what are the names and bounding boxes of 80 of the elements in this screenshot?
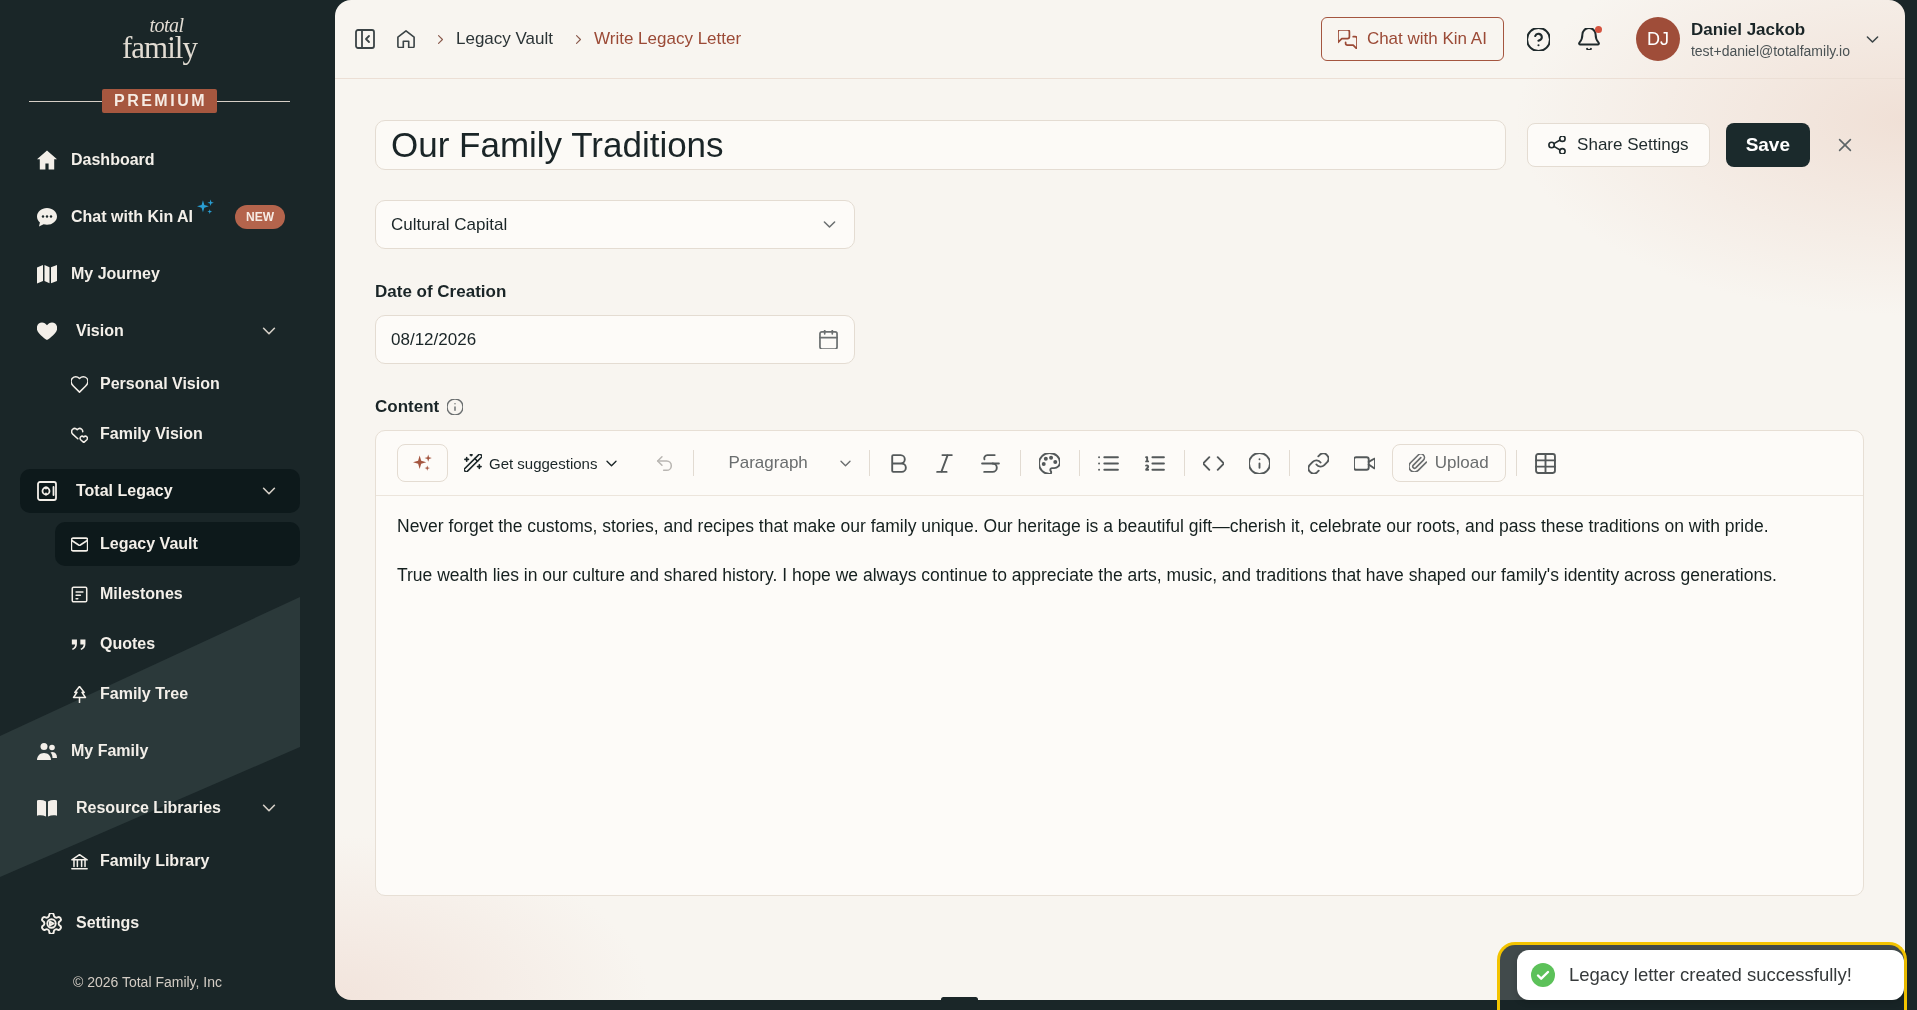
content-label: Content — [375, 397, 440, 417]
sidebar-subitem[interactable]: Family Tree — [55, 672, 300, 716]
sidebar-subitem[interactable]: Family Vision — [55, 412, 300, 456]
notifications-button[interactable] — [1577, 28, 1600, 50]
upload-button[interactable]: Upload — [1391, 444, 1506, 482]
two-hearts-icon — [71, 425, 88, 443]
sidebar-subitem[interactable]: Personal Vision — [55, 362, 300, 406]
ai-assist-button[interactable] — [397, 444, 448, 482]
sparkle-icon — [197, 199, 215, 216]
link-icon — [1308, 452, 1330, 474]
sidebar-nav-item[interactable]: Dashboard — [20, 138, 300, 182]
settings-nav-item[interactable]: Settings — [20, 901, 300, 945]
plan-badge: PREMIUM — [101, 89, 218, 113]
people-icon — [37, 741, 57, 761]
chat-bubble-icon — [37, 207, 57, 227]
sidebar-subitem[interactable]: Legacy Vault — [55, 522, 300, 566]
sidebar-nav-item[interactable]: My Family — [20, 729, 300, 773]
palette-icon — [1039, 452, 1061, 474]
close-icon — [1836, 136, 1854, 154]
home-icon — [397, 30, 415, 48]
sidebar-subitem[interactable]: Family Library — [55, 839, 300, 883]
map-icon — [37, 264, 57, 284]
safe-icon — [37, 481, 57, 501]
sidebar-nav-item[interactable]: Chat with Kin AI NEW — [20, 195, 300, 239]
heart-outline-icon — [71, 375, 88, 393]
info-icon — [447, 399, 464, 415]
help-icon — [1526, 27, 1550, 51]
drag-handle[interactable] — [941, 997, 978, 1002]
get-suggestions-button[interactable]: Get suggestions — [456, 444, 628, 482]
copyright-text: © 2026 Total Family, Inc — [71, 973, 224, 992]
undo-icon — [655, 454, 673, 472]
breadcrumb-link[interactable]: Legacy Vault — [456, 29, 554, 49]
save-button[interactable]: Save — [1725, 123, 1810, 167]
heart-icon — [37, 321, 57, 341]
share-icon — [1548, 136, 1567, 154]
magic-wand-icon — [464, 454, 482, 472]
share-settings-button[interactable]: Share Settings — [1527, 123, 1710, 167]
sidebar-subitem[interactable]: Milestones — [55, 572, 300, 616]
user-email: test+daniel@totalfamily.io — [1690, 42, 1850, 59]
success-check-icon — [1531, 963, 1555, 987]
paragraph-style-select[interactable]: Paragraph — [704, 444, 859, 482]
envelope-icon — [71, 535, 88, 553]
new-badge: NEW — [235, 205, 285, 229]
bank-icon — [71, 852, 88, 870]
sidebar-toggle-button[interactable] — [355, 29, 375, 49]
date-label: Date of Creation — [375, 282, 507, 302]
table-icon — [1535, 452, 1557, 474]
help-button[interactable] — [1526, 27, 1550, 51]
paragraph-text: Never forget the customs, stories, and recipes that make our family unique. Our heritage is a beautiful gift—cherish it, celebrate our roots, and pass these traditions on with pride. — [397, 515, 1770, 538]
bold-icon — [888, 452, 910, 474]
paragraph-text: True wealth lies in our culture and shared history. I hope we always continue to appreciate the arts, music, and traditions that have shaped our family's identity across generations. — [397, 564, 1778, 587]
info-icon — [1249, 452, 1271, 474]
italic-icon — [934, 452, 956, 474]
tree-icon — [71, 685, 88, 703]
close-button[interactable] — [1836, 136, 1854, 154]
strikethrough-icon — [980, 452, 1002, 474]
sidebar-nav-item[interactable]: Resource Libraries — [20, 786, 300, 830]
sidebar-subitem[interactable]: Quotes — [55, 622, 300, 666]
bell-icon — [1577, 28, 1600, 50]
sidebar-nav-item[interactable]: Total Legacy — [20, 469, 300, 513]
sidebar-nav-item[interactable]: My Journey — [20, 252, 300, 296]
user-name: Daniel Jackob — [1690, 19, 1807, 40]
chat-with-ai-button[interactable]: Chat with Kin AI — [1320, 17, 1504, 61]
user-avatar[interactable]: DJ — [1635, 17, 1680, 61]
calendar-icon — [819, 330, 838, 349]
home-button[interactable] — [397, 30, 415, 48]
paperclip-icon — [1408, 454, 1427, 472]
sparkle-icon — [413, 453, 432, 473]
toast-message: Legacy letter created successfully! — [1569, 964, 1852, 986]
chat-bubbles-icon — [1337, 29, 1357, 49]
category-select[interactable]: Cultural Capital — [375, 200, 855, 249]
sidebar-nav-item[interactable]: Vision — [20, 309, 300, 353]
settings-icon — [41, 912, 62, 934]
home-icon — [37, 150, 57, 170]
note-icon — [71, 585, 88, 603]
breadcrumb-link[interactable]: Write Legacy Letter — [594, 29, 742, 49]
book-icon — [37, 798, 57, 818]
title-field[interactable]: Our Family Traditions — [375, 120, 1507, 170]
date-field[interactable]: 08/12/2026 — [375, 315, 855, 364]
panel-toggle-icon — [355, 29, 375, 49]
